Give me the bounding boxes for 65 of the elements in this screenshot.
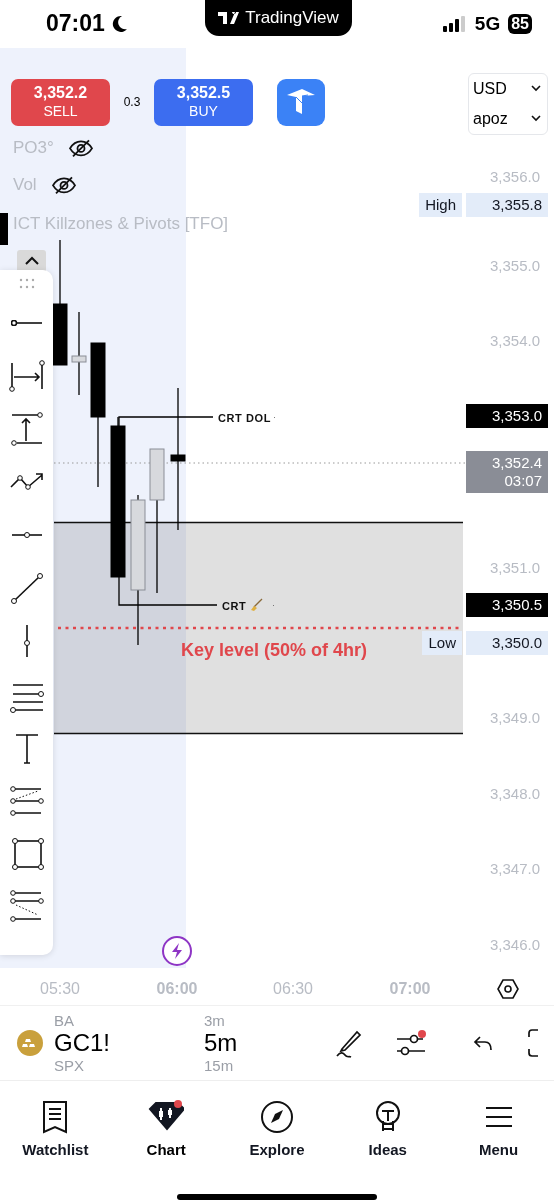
time-tick: 05:30 xyxy=(40,979,80,998)
chevron-down-icon xyxy=(531,85,541,93)
dropdown-selector[interactable]: USD xyxy=(469,77,547,100)
drag-handle-icon[interactable] xyxy=(17,277,36,290)
interval-button[interactable]: 5m xyxy=(204,1028,238,1057)
dropdown-selector[interactable]: apoz xyxy=(469,107,547,130)
vertical-line-icon xyxy=(23,624,30,657)
chevron-up-icon xyxy=(23,255,40,266)
label-anchor: · xyxy=(273,411,276,422)
time-tick: 06:30 xyxy=(273,979,313,998)
logo-icon xyxy=(218,12,241,24)
nav-tab[interactable]: Watchlist xyxy=(5,1098,106,1158)
app-logo-button[interactable] xyxy=(277,78,325,126)
spread-value: 0.3 xyxy=(122,95,142,110)
buy-button[interactable]: 3,352.5 BUY xyxy=(154,78,253,126)
indicator-name: PO3° xyxy=(13,137,54,158)
price-badge-label: High xyxy=(419,192,462,217)
fullscreen-icon[interactable] xyxy=(525,1027,540,1058)
indicators-button[interactable] xyxy=(395,1028,428,1057)
price-badge: 3,353.0 xyxy=(466,403,548,428)
price-tick: 3,346.0 xyxy=(489,935,540,953)
candle xyxy=(0,212,8,245)
axis-settings-button[interactable] xyxy=(497,977,519,1000)
key-level-label: Key level (50% of 4hr) xyxy=(181,639,368,660)
nav-tab[interactable]: Chart xyxy=(116,1098,217,1158)
price-tick: 3,349.0 xyxy=(489,708,540,726)
nav-tab[interactable]: Menu xyxy=(448,1098,549,1158)
chevron-down-icon xyxy=(531,115,541,123)
collapse-button[interactable] xyxy=(17,249,46,272)
battery-level: 85 xyxy=(508,13,532,34)
island-title: TradingView xyxy=(245,8,339,28)
price-badge-label: Low xyxy=(422,630,462,655)
settings-icon xyxy=(497,977,519,1000)
drawing-label: CRT DOL xyxy=(218,411,272,424)
current-price-badge: 3,352.4 03:07 xyxy=(466,450,548,493)
status-time: 07:01 xyxy=(46,10,105,38)
network-type: 5G xyxy=(474,12,501,35)
time-tick: 07:00 xyxy=(389,979,431,998)
horizontal-line-icon xyxy=(11,531,42,538)
lightning-icon xyxy=(170,942,184,959)
broom-icon xyxy=(251,597,263,611)
symbol-button[interactable]: GC1! xyxy=(54,1028,110,1057)
nav-tab[interactable]: Explore xyxy=(227,1098,327,1158)
price-tick: 3,354.0 xyxy=(489,331,540,349)
price-tick: 3,355.0 xyxy=(489,256,540,274)
eye-off-icon[interactable] xyxy=(67,137,94,159)
study-title: ICT Killzones & Pivots [TFO] xyxy=(13,213,229,234)
price-badge: 3,355.8 xyxy=(466,192,548,217)
horizontal-ray-icon xyxy=(10,319,43,326)
sliders-icon xyxy=(395,1028,428,1057)
drawing-label: CRT xyxy=(222,599,247,612)
price-tick: 3,347.0 xyxy=(489,859,540,877)
label-anchor: · xyxy=(272,599,275,610)
time-tick: 06:00 xyxy=(156,979,198,998)
sell-button[interactable]: 3,352.2 SELL xyxy=(11,78,110,126)
price-tick: 3,351.0 xyxy=(489,558,540,576)
path-icon xyxy=(10,473,43,491)
nav-tab[interactable]: Ideas xyxy=(337,1098,438,1158)
price-tick: 3,356.0 xyxy=(489,167,540,185)
price-tick: 3,348.0 xyxy=(489,784,540,802)
eye-off-icon[interactable] xyxy=(50,174,77,196)
indicator-name: Vol xyxy=(13,174,37,195)
price-badge: 3,350.0 xyxy=(466,630,548,655)
price-badge: 3,350.5 xyxy=(466,592,548,617)
signal-icon xyxy=(442,15,467,32)
